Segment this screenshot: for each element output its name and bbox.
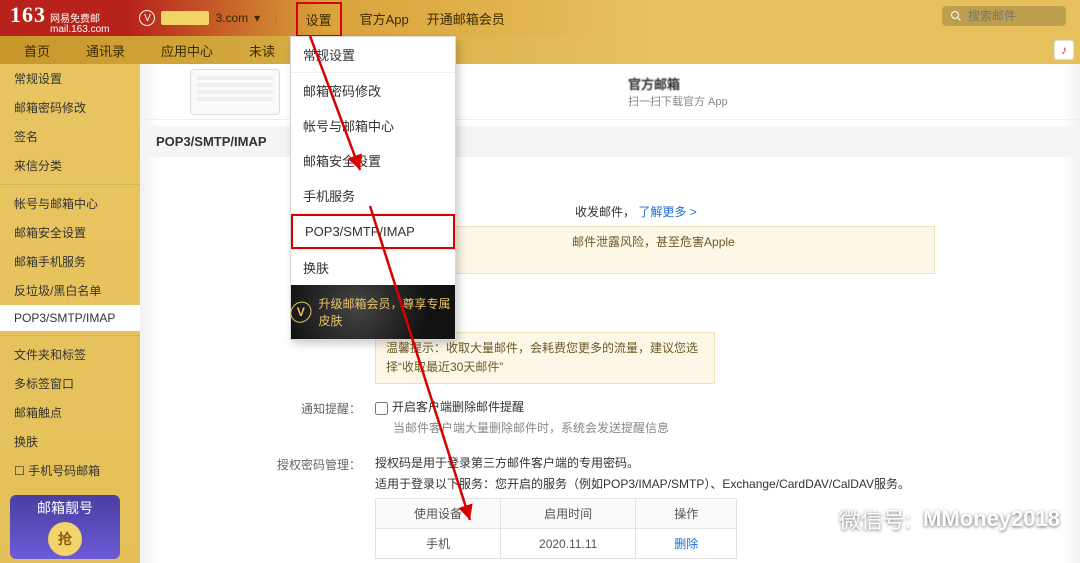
search-input[interactable] (968, 9, 1058, 23)
table-row: 手机 2020.11.11 删除 (376, 529, 737, 559)
ditem-account[interactable]: 帐号与邮箱中心 (291, 108, 455, 143)
sidebar-item-password[interactable]: 邮箱密码修改 (0, 93, 140, 122)
topnav-settings[interactable]: 设置 (296, 2, 342, 37)
download-sub: 扫一扫下载官方 App (628, 93, 728, 109)
tab-contacts[interactable]: 通讯录 (68, 35, 143, 66)
brand-logo: 163 网易免费邮 mail.163.com (0, 2, 109, 35)
download-info: 官方邮箱 扫一扫下载官方 App (628, 74, 728, 109)
watermark-id: MMoney2018 (923, 506, 1060, 532)
search-icon (950, 10, 962, 22)
vip-banner[interactable]: V 升级邮箱会员，尊享专属皮肤 (291, 285, 455, 339)
music-button[interactable]: ♪ (1054, 40, 1074, 60)
th-op: 操作 (636, 499, 737, 529)
auth-desc1: 授权码是用于登录第三方邮件客户端的专用密码。 (375, 454, 1080, 471)
search-box[interactable] (942, 6, 1066, 26)
auth-table: 使用设备 启用时间 操作 手机 2020.11.11 删除 (375, 498, 737, 559)
sidebar-item-skin[interactable]: 换肤 (0, 427, 140, 456)
sidebar-item-phone-mail[interactable]: ☐ 手机号码邮箱 (0, 456, 140, 485)
sidebar-item-multitab[interactable]: 多标签窗口 (0, 369, 140, 398)
row-receive: 收取选项： 收取 收取 温馨提示：收取大量邮件，会耗费您更多的流量，建议您选择“… (140, 278, 1080, 388)
ditem-password[interactable]: 邮箱密码修改 (291, 73, 455, 108)
tip-enable: 温馨提邮件泄露风险，甚至危害Apple 害App (375, 226, 935, 274)
tab-strip: 首页 通讯录 应用中心 未读 (0, 36, 1080, 64)
sidebar-item-spam[interactable]: 反垃圾/黑白名单 (0, 276, 140, 305)
phone-thumb (190, 69, 280, 115)
tab-appcenter[interactable]: 应用中心 (143, 35, 231, 66)
row-enable-service: 开启服务： IMAP/S POP3/S POP3/S 收发邮件， 了解更多 > … (140, 157, 1080, 278)
topnav-app[interactable]: 官方App (360, 9, 409, 28)
sidebar-item-mobile[interactable]: 邮箱手机服务 (0, 247, 140, 276)
watermark: 微信号: MMoney2018 (797, 503, 1060, 535)
enable-line1: IMAP/S (375, 167, 1080, 181)
th-device: 使用设备 (376, 499, 501, 529)
top-bar: 163 网易免费邮 mail.163.com V 3.com ▾ | 设置 官方… (0, 0, 1080, 36)
settings-dropdown: 常规设置 邮箱密码修改 帐号与邮箱中心 邮箱安全设置 手机服务 POP3/SMT… (290, 36, 456, 340)
sidebar-item-account[interactable]: 帐号与邮箱中心 (0, 189, 140, 218)
delete-link[interactable]: 删除 (674, 537, 698, 551)
td-device: 手机 (376, 529, 501, 559)
user-email-mask (161, 11, 209, 25)
logo-sub: 网易免费邮 mail.163.com (50, 15, 109, 35)
td-time: 2020.11.11 (501, 529, 636, 559)
vip-badge-icon: V (139, 10, 155, 26)
user-dropdown-icon[interactable]: ▾ (254, 11, 260, 25)
user-email-tail: 3.com (215, 11, 248, 25)
settings-sidebar: 常规设置 邮箱密码修改 签名 来信分类 帐号与邮箱中心 邮箱安全设置 邮箱手机服… (0, 64, 140, 563)
sidebar-item-general[interactable]: 常规设置 (0, 64, 140, 93)
body: 常规设置 邮箱密码修改 签名 来信分类 帐号与邮箱中心 邮箱安全设置 邮箱手机服… (0, 64, 1080, 563)
notify-desc: 当邮件客户端大量删除邮件时，系统会发送提醒信息 (375, 419, 1080, 436)
sidebar-promo[interactable]: 邮箱靓号 抢 (10, 495, 120, 559)
ditem-pop3[interactable]: POP3/SMTP/IMAP (291, 214, 455, 249)
sidebar-item-security[interactable]: 邮箱安全设置 (0, 218, 140, 247)
content-panel: 官方邮箱 扫一扫下载官方 App POP3/SMTP/IMAP 开启服务： IM… (140, 64, 1080, 563)
enable-line2: POP3/S (375, 185, 1080, 199)
app-download-strip: 官方邮箱 扫一扫下载官方 App (140, 64, 1080, 120)
learn-more-link[interactable]: 了解更多 > (638, 205, 696, 219)
chk-notify[interactable] (375, 402, 388, 415)
brand-name: 网易免费邮 (50, 15, 109, 25)
th-time: 启用时间 (501, 499, 636, 529)
sidebar-item-pop3[interactable]: POP3/SMTP/IMAP (0, 305, 140, 331)
logo-163: 163 (10, 2, 46, 28)
sidebar-item-filter[interactable]: 来信分类 (0, 151, 140, 180)
auth-desc2: 适用于登录以下服务：您开启的服务（例如POP3/IMAP/SMTP）、Excha… (375, 475, 1080, 492)
sidebar-item-sign[interactable]: 签名 (0, 122, 140, 151)
user-area[interactable]: V 3.com ▾ (139, 10, 260, 26)
download-title: 官方邮箱 (628, 74, 728, 93)
row-notify: 通知提醒： 开启客户端删除邮件提醒 当邮件客户端大量删除邮件时，系统会发送提醒信… (140, 388, 1080, 444)
section-title: POP3/SMTP/IMAP (140, 126, 1080, 157)
ditem-skin[interactable]: 换肤 (291, 250, 455, 285)
label-auth: 授权密码管理： (140, 454, 375, 473)
topnav-vip[interactable]: 开通邮箱会员 (427, 9, 505, 28)
sidebar-item-touch[interactable]: 邮箱触点 (0, 398, 140, 427)
topnav-links: | 设置 官方App 开通邮箱会员 (274, 0, 505, 37)
sidebar-item-folders[interactable]: 文件夹和标签 (0, 340, 140, 369)
wechat-icon (797, 504, 827, 534)
brand-domain: mail.163.com (50, 25, 109, 35)
promo-badge: 抢 (48, 522, 82, 556)
ditem-mobile[interactable]: 手机服务 (291, 178, 455, 213)
vip-icon: V (286, 297, 315, 326)
tab-home[interactable]: 首页 (6, 35, 68, 66)
chk-notify-text: 开启客户端删除邮件提醒 (392, 400, 524, 414)
ditem-security[interactable]: 邮箱安全设置 (291, 143, 455, 178)
ditem-general[interactable]: 常规设置 (291, 37, 455, 72)
label-notify: 通知提醒： (140, 398, 375, 417)
enable-line3: POP3/S 收发邮件， 了解更多 > (375, 203, 1080, 220)
tab-inbox[interactable]: 未读 (231, 35, 293, 66)
watermark-label: 微信号: (839, 503, 911, 535)
vip-banner-text: 升级邮箱会员，尊享专属皮肤 (319, 295, 456, 329)
promo-title: 邮箱靓号 (37, 498, 93, 518)
